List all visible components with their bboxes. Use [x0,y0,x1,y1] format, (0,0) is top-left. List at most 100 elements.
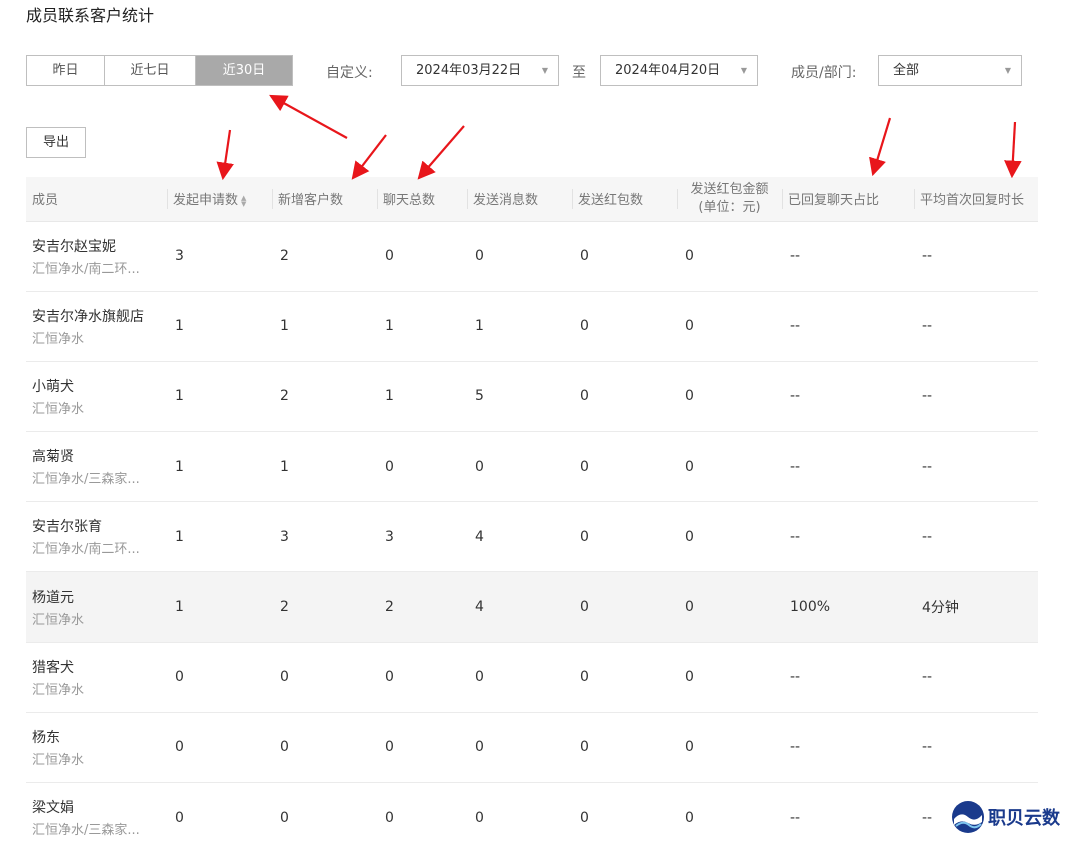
export-button[interactable]: 导出 [26,127,86,158]
stat-cell: -- [914,712,1038,784]
member-name: 安吉尔净水旗舰店 [32,308,144,325]
stat-cell: -- [782,642,914,713]
member-name: 梁文娟 [32,800,74,817]
stat-cell: 0 [677,712,782,784]
watermark-text: 职贝云数 [988,808,1060,829]
stat-cell: 2 [272,221,377,292]
member-department: 汇恒净水/三森家... [32,823,140,839]
stat-cell: 0 [572,431,677,503]
red-arrow-icon [351,134,387,180]
stat-cell: 0 [272,782,377,845]
red-arrow-icon [216,129,234,181]
stat-cell: 0 [677,361,782,433]
stat-cell: -- [782,431,914,503]
member-name: 安吉尔张育 [32,519,102,536]
member-dept-value: 全部 [893,63,920,78]
stat-cell: 0 [167,782,272,845]
stat-cell: 1 [167,571,272,643]
stat-cell: 0 [272,712,377,784]
column-header[interactable]: 成员 [26,177,167,222]
range-30days-button[interactable]: 近30日 [196,56,292,85]
table-row[interactable]: 安吉尔赵宝妮 汇恒净水/南二环... 3 2 0 0 0 0 -- -- [26,221,1038,292]
table-row[interactable]: 安吉尔净水旗舰店 汇恒净水 1 1 1 1 0 0 -- -- [26,291,1038,362]
stat-cell: 0 [677,501,782,573]
chevron-down-icon: ▼ [1004,66,1011,75]
table-row[interactable]: 安吉尔张育 汇恒净水/南二环... 1 3 3 4 0 0 -- -- [26,501,1038,573]
stat-cell: 0 [572,221,677,292]
stat-cell: 1 [272,291,377,362]
member-cell: 猎客犬 汇恒净水 [26,642,167,713]
table-row[interactable]: 杨道元 汇恒净水 1 2 2 4 0 0 100% 4分钟 [26,571,1038,643]
stat-cell: 2 [272,361,377,433]
table-row[interactable]: 高菊贤 汇恒净水/三森家... 1 1 0 0 0 0 -- -- [26,431,1038,503]
table-row[interactable]: 杨东 汇恒净水 0 0 0 0 0 0 -- -- [26,712,1038,784]
table-row[interactable]: 梁文娟 汇恒净水/三森家... 0 0 0 0 0 0 -- -- [26,782,1038,845]
stat-cell: 0 [677,571,782,643]
stat-cell: 0 [572,642,677,713]
range-yesterday-button[interactable]: 昨日 [27,56,105,85]
member-cell: 安吉尔赵宝妮 汇恒净水/南二环... [26,221,167,292]
column-header[interactable]: 发送红包数 [572,177,677,222]
stat-cell: 1 [377,291,467,362]
column-header[interactable]: 新增客户数 [272,177,377,222]
red-arrow-icon [417,125,465,180]
member-dept-label: 成员/部门: [791,65,857,81]
chevron-down-icon: ▼ [541,66,548,75]
start-date-value: 2024年03月22日 [416,63,522,78]
stat-cell: -- [782,221,914,292]
member-cell: 杨道元 汇恒净水 [26,571,167,643]
stat-cell: 0 [572,712,677,784]
stat-cell: 4 [467,501,572,573]
table-header-row: 成员 发起申请数 ▲ ▼ 新增客户数 聊天总数 发送消息数 发送红包数 发送红包金额… [26,177,1038,222]
end-date-select[interactable]: 2024年04月20日 ▼ [600,55,758,86]
member-department: 汇恒净水 [32,401,85,417]
stat-cell: 0 [677,642,782,713]
stat-cell: 4分钟 [914,571,1038,643]
column-header-sortable[interactable]: 发起申请数 ▲ ▼ [167,177,272,222]
column-header[interactable]: 已回复聊天占比 [782,177,914,222]
stat-cell: 0 [377,782,467,845]
stat-cell: 3 [377,501,467,573]
member-department: 汇恒净水 [32,752,85,768]
stat-cell: 0 [467,431,572,503]
stat-cell: 0 [467,712,572,784]
stat-cell: 0 [572,361,677,433]
member-name: 安吉尔赵宝妮 [32,238,116,255]
member-name: 小萌犬 [32,378,74,395]
to-label: 至 [572,65,586,81]
member-dept-select[interactable]: 全部 ▼ [878,55,1022,86]
stat-cell: -- [782,712,914,784]
table-row[interactable]: 猎客犬 汇恒净水 0 0 0 0 0 0 -- -- [26,642,1038,713]
start-date-select[interactable]: 2024年03月22日 ▼ [401,55,559,86]
member-department: 汇恒净水/南二环... [32,542,140,558]
stat-cell: 4 [467,571,572,643]
member-cell: 安吉尔张育汇恒净水/南二环... [26,501,167,573]
end-date-value: 2024年04月20日 [615,63,721,78]
stat-cell: 1 [167,431,272,503]
stat-cell: -- [914,361,1038,433]
column-header[interactable]: 聊天总数 [377,177,467,222]
stat-cell: -- [782,501,914,573]
member-name: 杨道元 [32,589,74,606]
column-header[interactable]: 平均首次回复时长 [914,177,1038,222]
red-arrow-icon [1004,121,1022,179]
member-cell: 杨东 汇恒净水 [26,712,167,784]
stat-cell: -- [782,782,914,845]
stat-cell: 1 [272,431,377,503]
column-header[interactable]: 发送红包金额 (单位：元) [677,177,782,222]
custom-date-label: 自定义: [326,65,373,81]
stat-cell: 3 [167,221,272,292]
chevron-down-icon: ▼ [740,66,747,75]
member-stats-table-container: 成员 发起申请数 ▲ ▼ 新增客户数 聊天总数 发送消息数 发送红包数 发送红包金额… [26,177,1038,845]
stat-cell: 0 [467,782,572,845]
column-header-label: 发起申请数 [173,193,239,209]
range-7days-button[interactable]: 近七日 [105,56,196,85]
stat-cell: 1 [167,501,272,573]
date-range-segmented-control: 昨日 近七日 近30日 [26,55,293,86]
stat-cell: 0 [377,221,467,292]
sort-icon[interactable]: ▲ ▼ [241,194,246,207]
stat-cell: 5 [467,361,572,433]
column-header[interactable]: 发送消息数 [467,177,572,222]
stat-cell: -- [782,291,914,362]
table-row[interactable]: 小萌犬 汇恒净水 1 2 1 5 0 0 -- -- [26,361,1038,433]
